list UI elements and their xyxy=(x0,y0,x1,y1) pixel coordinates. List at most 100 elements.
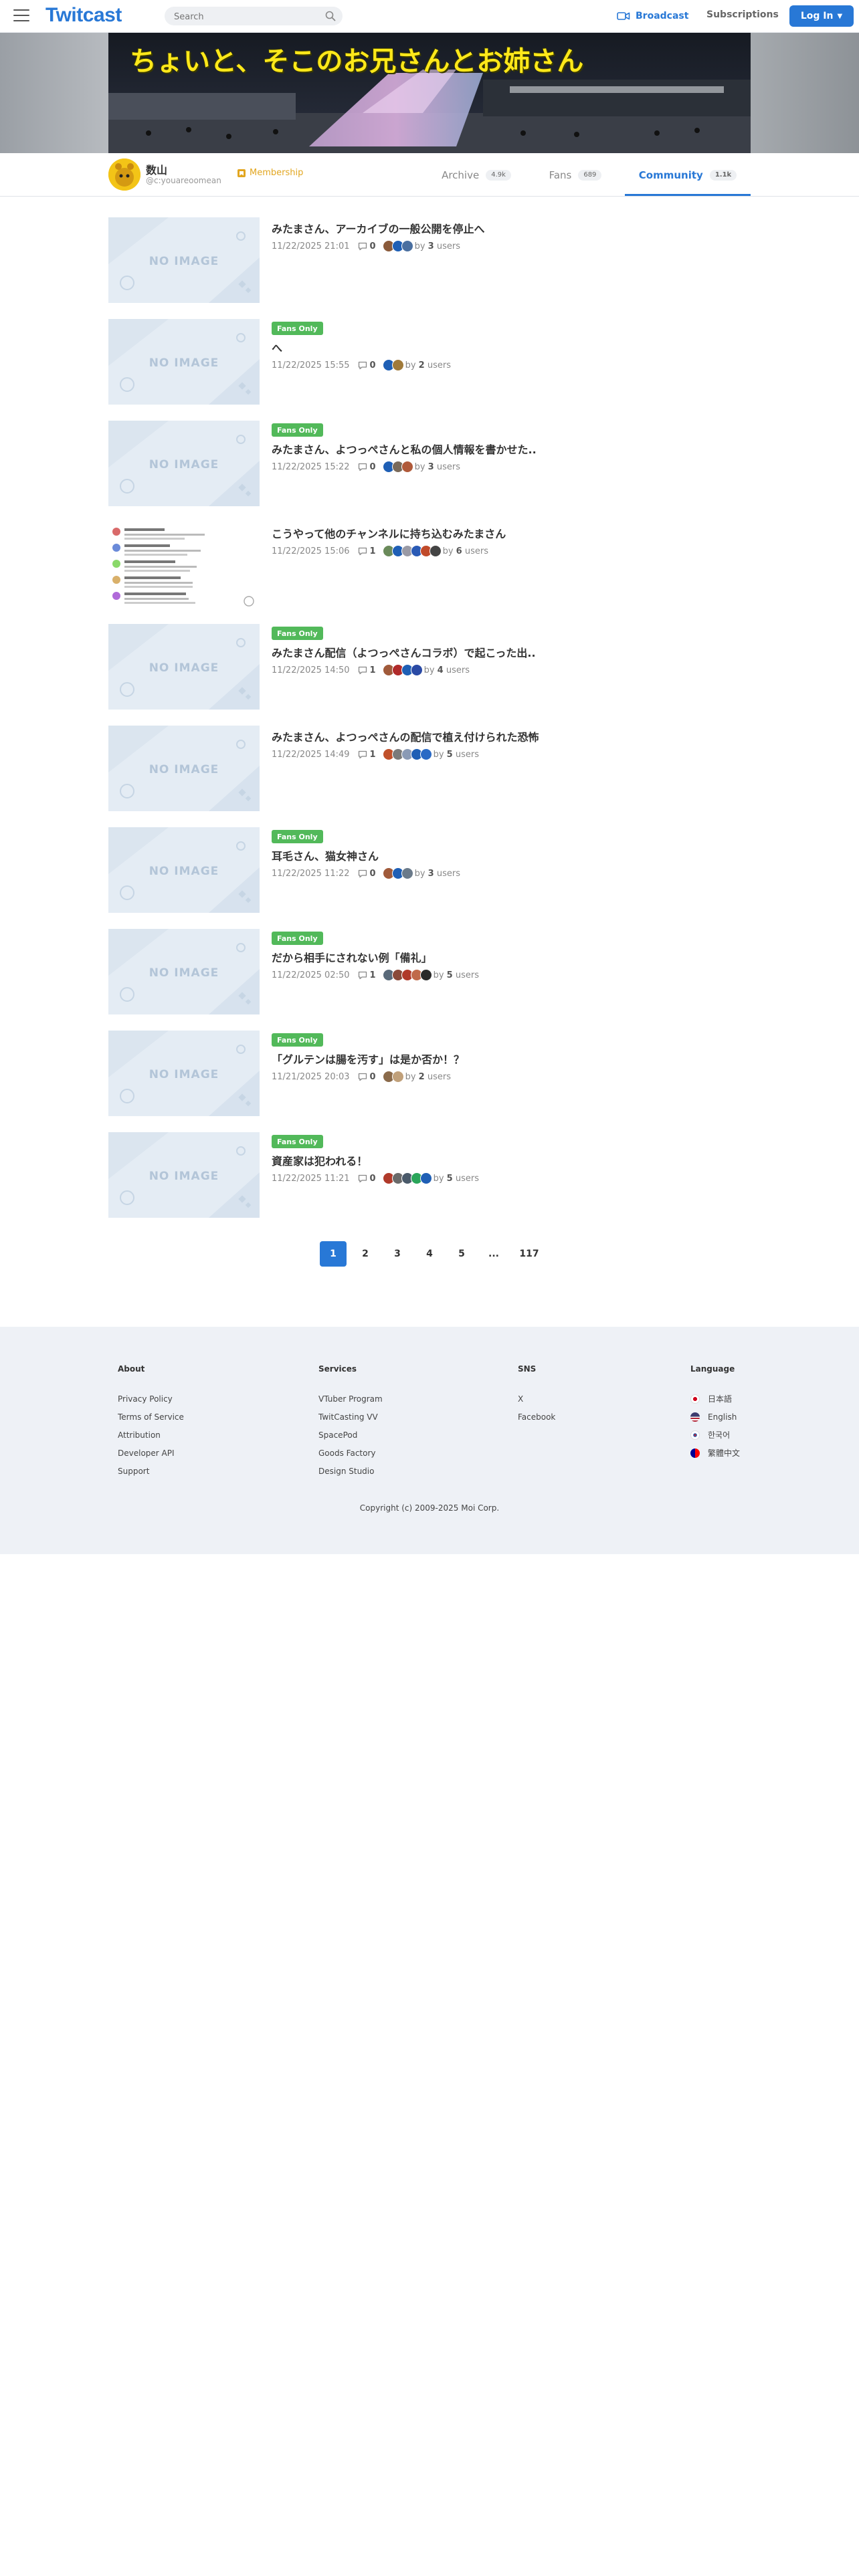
post-date: 11/22/2025 21:01 xyxy=(272,241,350,251)
user-avatar xyxy=(429,545,442,557)
footer-link-terms[interactable]: Terms of Service xyxy=(118,1412,184,1422)
post-title[interactable]: みたまさん配信（よつっぺさんコラボ）で起こった出.. xyxy=(272,644,536,660)
footer-link-privacy[interactable]: Privacy Policy xyxy=(118,1394,184,1404)
broadcast-link[interactable]: Broadcast xyxy=(617,9,688,23)
search-input[interactable] xyxy=(173,10,316,23)
us-flag-icon xyxy=(690,1412,700,1422)
membership-link[interactable]: Membership xyxy=(237,168,303,178)
footer-services: Services VTuber Program TwitCasting VV S… xyxy=(318,1364,383,1484)
language-japanese[interactable]: 日本語 xyxy=(690,1394,740,1404)
footer-link-goods-factory[interactable]: Goods Factory xyxy=(318,1448,383,1458)
post-thumbnail[interactable]: NO IMAGE xyxy=(108,217,260,303)
tab-archive[interactable]: Archive 4.9k xyxy=(439,163,514,196)
comment-icon xyxy=(358,666,370,675)
user-avatar xyxy=(419,969,432,981)
footer-link-facebook[interactable]: Facebook xyxy=(518,1412,555,1422)
footer-link-attribution[interactable]: Attribution xyxy=(118,1430,184,1440)
post-title[interactable]: へ xyxy=(272,339,282,355)
community-post[interactable]: NO IMAGE Fans Only みたまさん配信（よつっぺさんコラボ）で起こった… xyxy=(108,624,751,711)
community-post[interactable]: NO IMAGE Fans Only へ 11/22/2025 15:55 0 by 2 … xyxy=(108,319,751,406)
language-korean[interactable]: 한국어 xyxy=(690,1430,740,1440)
post-title[interactable]: みたまさん、アーカイブの一般公開を停止へ xyxy=(272,220,485,236)
footer-link-twitcasting-vv[interactable]: TwitCasting VV xyxy=(318,1412,383,1422)
comment-number: 1 xyxy=(369,665,376,675)
post-thumbnail[interactable]: NO IMAGE xyxy=(108,1132,260,1218)
language-english[interactable]: English xyxy=(690,1412,740,1422)
users-label: users xyxy=(436,461,460,472)
footer-link-x[interactable]: X xyxy=(518,1394,555,1404)
footer-link-vtuber[interactable]: VTuber Program xyxy=(318,1394,383,1404)
post-thumbnail[interactable]: NO IMAGE xyxy=(108,1031,260,1116)
fans-only-badge: Fans Only xyxy=(272,1033,323,1047)
chevron-down-icon: ▼ xyxy=(837,12,843,20)
user-number: 5 xyxy=(446,1173,453,1184)
twitcast-logo[interactable]: Twitcast xyxy=(45,4,122,27)
post-date: 11/22/2025 14:50 xyxy=(272,665,350,675)
post-thumbnail[interactable]: NO IMAGE xyxy=(108,827,260,913)
reader-count: by 3 users xyxy=(415,462,460,472)
language-traditional-chinese[interactable]: 繁體中文 xyxy=(690,1448,740,1458)
login-button[interactable]: Log In ▼ xyxy=(789,5,854,27)
post-meta: 11/22/2025 11:22 0 by 3 users xyxy=(272,867,460,879)
comment-number: 1 xyxy=(369,546,376,556)
community-post[interactable]: NO IMAGE みたまさん、アーカイブの一般公開を停止へ 11/22/2025 2… xyxy=(108,217,751,304)
page-4[interactable]: 4 xyxy=(416,1241,443,1267)
post-date: 11/22/2025 02:50 xyxy=(272,970,350,980)
channel-name[interactable]: 数山 xyxy=(146,161,167,177)
reader-avatars xyxy=(382,240,413,252)
fans-only-badge: Fans Only xyxy=(272,423,323,437)
comment-count: 0 xyxy=(358,1174,376,1184)
by-label: by xyxy=(433,749,444,760)
footer-link-design-studio[interactable]: Design Studio xyxy=(318,1466,383,1476)
post-thumbnail[interactable] xyxy=(108,522,260,608)
page-5[interactable]: 5 xyxy=(448,1241,475,1267)
community-post[interactable]: NO IMAGE Fans Only 耳毛さん、猫女神さん 11/22/2025 11… xyxy=(108,827,751,914)
page-3[interactable]: 3 xyxy=(384,1241,411,1267)
post-thumbnail[interactable]: NO IMAGE xyxy=(108,624,260,710)
user-avatar xyxy=(419,1172,432,1184)
reader-avatars xyxy=(382,1071,404,1083)
search-box[interactable] xyxy=(165,7,343,25)
post-title[interactable]: 資産家は犯われる！ xyxy=(272,1152,367,1168)
tab-fans[interactable]: Fans 689 xyxy=(543,163,607,196)
comment-icon xyxy=(358,547,370,556)
language-label: 繁體中文 xyxy=(708,1448,741,1458)
community-post[interactable]: NO IMAGE Fans Only 資産家は犯われる！ 11/22/2025 11:… xyxy=(108,1132,751,1219)
comment-icon xyxy=(358,1174,370,1183)
page-last[interactable]: 117 xyxy=(512,1241,546,1267)
post-thumbnail[interactable]: NO IMAGE xyxy=(108,319,260,405)
avatar[interactable] xyxy=(108,158,140,191)
community-post[interactable]: こうやって他のチャンネルに持ち込むみたまさん 11/22/2025 15:06 1 b… xyxy=(108,522,751,609)
no-image-label: NO IMAGE xyxy=(149,661,219,675)
search-icon[interactable] xyxy=(325,11,336,21)
page-2[interactable]: 2 xyxy=(352,1241,379,1267)
community-post[interactable]: NO IMAGE Fans Only 「グルテンは腸を汚す」は是か否か！？ 11/21… xyxy=(108,1031,751,1117)
post-title[interactable]: みたまさん、よつっぺさんと私の個人情報を書かせた.. xyxy=(272,441,537,457)
footer-link-developer-api[interactable]: Developer API xyxy=(118,1448,184,1458)
post-thumbnail[interactable]: NO IMAGE xyxy=(108,929,260,1014)
community-post[interactable]: NO IMAGE みたまさん、よつっぺさんの配信で植え付けられた恐怖 11/22/2… xyxy=(108,726,751,813)
footer-link-spacepod[interactable]: SpacePod xyxy=(318,1430,383,1440)
footer-link-support[interactable]: Support xyxy=(118,1466,184,1476)
post-title[interactable]: みたまさん、よつっぺさんの配信で植え付けられた恐怖 xyxy=(272,728,539,744)
comment-number: 0 xyxy=(369,360,376,370)
post-thumbnail[interactable]: NO IMAGE xyxy=(108,421,260,506)
post-title[interactable]: だから相手にされない例「備礼」 xyxy=(272,949,432,965)
subscriptions-link[interactable]: Subscriptions xyxy=(706,9,779,20)
by-label: by xyxy=(414,241,425,251)
by-label: by xyxy=(414,868,425,879)
tab-community[interactable]: Community 1.1k xyxy=(625,163,751,196)
comment-number: 0 xyxy=(369,868,376,879)
reader-avatars xyxy=(382,359,404,371)
post-title[interactable]: こうやって他のチャンネルに持ち込むみたまさん xyxy=(272,525,506,541)
community-post[interactable]: NO IMAGE Fans Only みたまさん、よつっぺさんと私の個人情報を書かせ… xyxy=(108,421,751,508)
user-number: 2 xyxy=(418,1071,425,1082)
user-number: 5 xyxy=(446,970,453,980)
post-title[interactable]: 「グルテンは腸を汚す」は是か否か！？ xyxy=(272,1051,464,1067)
menu-icon[interactable] xyxy=(13,9,29,23)
tab-count: 1.1k xyxy=(709,170,737,181)
community-post[interactable]: NO IMAGE Fans Only だから相手にされない例「備礼」 11/22/20… xyxy=(108,929,751,1016)
post-thumbnail[interactable]: NO IMAGE xyxy=(108,726,260,811)
page-1[interactable]: 1 xyxy=(320,1241,347,1267)
post-title[interactable]: 耳毛さん、猫女神さん xyxy=(272,847,379,863)
